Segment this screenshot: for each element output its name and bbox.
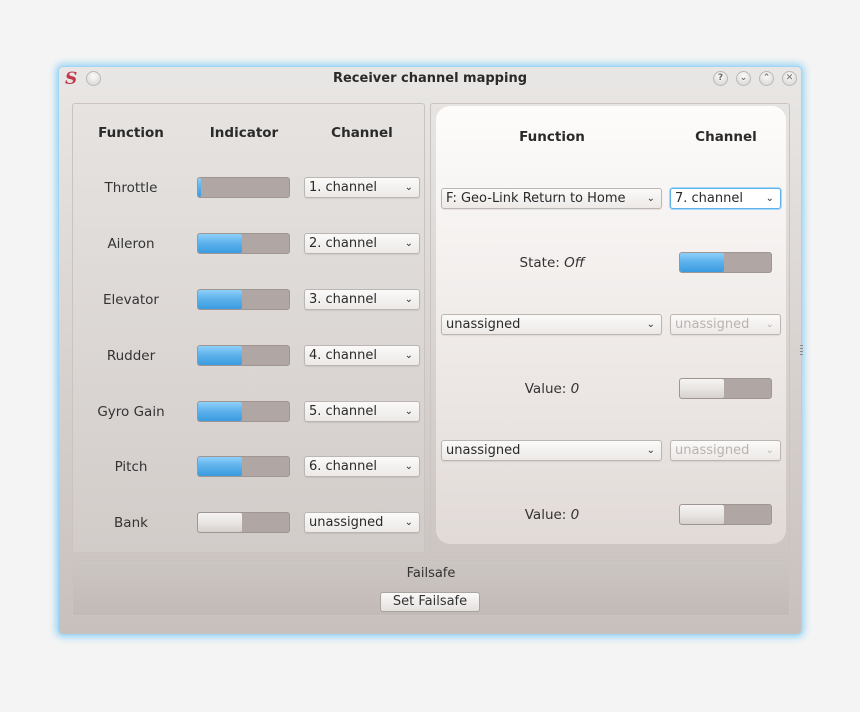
function-status: Value: 0 xyxy=(442,507,662,523)
status-value: Off xyxy=(564,255,585,271)
chevron-down-icon: ⌄ xyxy=(404,406,413,417)
function-label: Rudder xyxy=(106,348,156,364)
channel-select-value: 5. channel xyxy=(309,404,377,419)
receiver-channel-mapping-window: S Receiver channel mapping ? ⌄ ⌃ ✕ Funct… xyxy=(59,67,803,634)
function-label: Gyro Gain xyxy=(97,404,165,420)
indicator-fill xyxy=(198,457,242,476)
channel-select-value: 6. channel xyxy=(309,459,377,474)
function-select-value: unassigned xyxy=(446,443,521,458)
help-button[interactable]: ? xyxy=(713,71,728,86)
function-channel-select-value: 7. channel xyxy=(675,191,743,206)
function-indicator xyxy=(679,252,772,273)
chevron-down-icon: ⌄ xyxy=(404,294,413,305)
indicator-fill xyxy=(198,513,242,532)
function-label: Aileron xyxy=(107,236,155,252)
function-select[interactable]: F: Geo-Link Return to Home ⌄ xyxy=(441,188,662,209)
indicator-fill xyxy=(198,178,201,197)
maximize-button[interactable]: ⌃ xyxy=(759,71,774,86)
status-label: State: xyxy=(519,255,560,271)
chevron-down-icon: ⌄ xyxy=(646,193,655,204)
channel-select-value: 2. channel xyxy=(309,236,377,251)
channel-mapping-panel xyxy=(72,103,425,553)
minimize-button[interactable]: ⌄ xyxy=(736,71,751,86)
function-indicator xyxy=(679,378,772,399)
channel-select[interactable]: 1. channel ⌄ xyxy=(304,177,420,198)
channel-select[interactable]: 6. channel ⌄ xyxy=(304,456,420,477)
channel-indicator xyxy=(197,456,290,477)
chevron-down-icon: ⌄ xyxy=(404,238,413,249)
status-label: Value: xyxy=(524,507,567,523)
function-label: Pitch xyxy=(114,459,148,475)
failsafe-group: Failsafe Set Failsafe xyxy=(72,560,790,616)
channel-select[interactable]: 4. channel ⌄ xyxy=(304,345,420,366)
window-title: Receiver channel mapping xyxy=(332,71,528,86)
channel-indicator xyxy=(197,233,290,254)
chevron-down-icon: ⌄ xyxy=(765,319,774,330)
chevron-down-icon: ⌄ xyxy=(404,182,413,193)
indicator-fill xyxy=(680,379,724,398)
function-status: Value: 0 xyxy=(442,381,662,397)
title-bar[interactable]: S Receiver channel mapping ? ⌄ ⌃ ✕ xyxy=(59,67,801,91)
channel-select[interactable]: 2. channel ⌄ xyxy=(304,233,420,254)
function-channel-select-value: unassigned xyxy=(675,317,750,332)
channel-select[interactable]: 5. channel ⌄ xyxy=(304,401,420,422)
function-label: Elevator xyxy=(103,292,159,308)
channel-select[interactable]: unassigned ⌄ xyxy=(304,512,420,533)
channel-indicator xyxy=(197,289,290,310)
set-failsafe-button[interactable]: Set Failsafe xyxy=(380,592,480,612)
function-channel-select[interactable]: 7. channel ⌄ xyxy=(670,188,781,209)
indicator-fill xyxy=(198,290,242,309)
channel-indicator xyxy=(197,401,290,422)
function-status: State: Off xyxy=(442,255,662,271)
function-channel-select: unassigned ⌄ xyxy=(670,440,781,461)
function-label: Throttle xyxy=(104,180,158,196)
channel-select-value: 1. channel xyxy=(309,180,377,195)
chevron-down-icon: ⌄ xyxy=(404,461,413,472)
chevron-down-icon: ⌄ xyxy=(404,350,413,361)
channel-indicator xyxy=(197,512,290,533)
indicator-fill xyxy=(198,346,242,365)
function-select[interactable]: unassigned ⌄ xyxy=(441,440,662,461)
chevron-down-icon: ⌄ xyxy=(646,445,655,456)
status-label: Value: xyxy=(524,381,567,397)
function-label: Bank xyxy=(114,515,148,531)
channel-select-value: 4. channel xyxy=(309,348,377,363)
function-select[interactable]: unassigned ⌄ xyxy=(441,314,662,335)
function-select-value: F: Geo-Link Return to Home xyxy=(446,191,626,206)
function-indicator xyxy=(679,504,772,525)
channel-select-value: unassigned xyxy=(309,515,384,530)
close-button[interactable]: ✕ xyxy=(782,71,797,86)
indicator-fill xyxy=(198,402,242,421)
header-indicator: Indicator xyxy=(209,125,279,141)
failsafe-title: Failsafe xyxy=(406,566,456,581)
channel-indicator xyxy=(197,345,290,366)
right-header-channel: Channel xyxy=(695,129,757,145)
function-select-value: unassigned xyxy=(446,317,521,332)
header-channel: Channel xyxy=(331,125,393,141)
function-channel-select-value: unassigned xyxy=(675,443,750,458)
chevron-down-icon: ⌄ xyxy=(765,193,774,204)
function-channel-select: unassigned ⌄ xyxy=(670,314,781,335)
channel-select-value: 3. channel xyxy=(309,292,377,307)
header-function: Function xyxy=(98,125,164,141)
splitter-handle[interactable] xyxy=(800,345,803,355)
indicator-fill xyxy=(680,505,724,524)
status-value: 0 xyxy=(570,507,580,523)
chevron-down-icon: ⌄ xyxy=(404,517,413,528)
channel-indicator xyxy=(197,177,290,198)
indicator-fill xyxy=(680,253,724,272)
channel-select[interactable]: 3. channel ⌄ xyxy=(304,289,420,310)
chevron-down-icon: ⌄ xyxy=(646,319,655,330)
chevron-down-icon: ⌄ xyxy=(765,445,774,456)
indicator-fill xyxy=(198,234,242,253)
right-header-function: Function xyxy=(519,129,585,145)
status-value: 0 xyxy=(570,381,580,397)
